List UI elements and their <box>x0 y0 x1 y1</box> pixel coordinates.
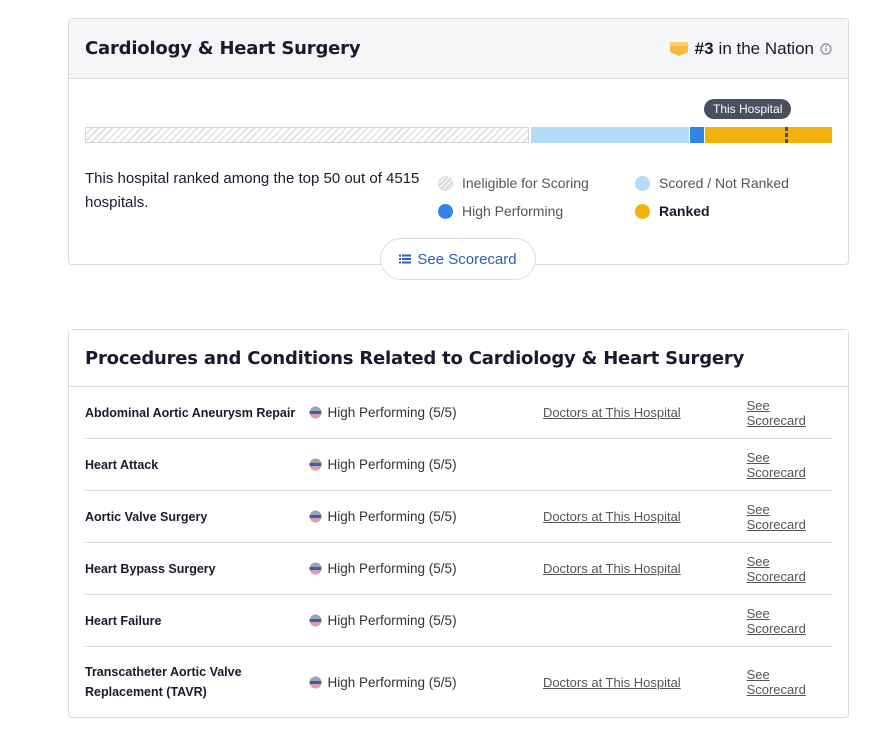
this-hospital-tooltip: This Hospital <box>704 99 792 119</box>
procedure-rating: High Performing (5/5) <box>308 509 543 524</box>
procedure-name: Heart Attack <box>85 457 159 472</box>
procedures-title: Procedures and Conditions Related to Car… <box>85 347 745 369</box>
legend-item-ineligible: Ineligible for Scoring <box>438 169 589 197</box>
info-icon[interactable] <box>820 42 832 55</box>
ranking-bar <box>85 127 832 143</box>
procedure-name: Heart Failure <box>85 613 162 628</box>
national-rank: #3 in the Nation <box>669 38 832 59</box>
rating-label: High Performing (5/5) <box>327 613 457 628</box>
rating-label: High Performing (5/5) <box>327 405 457 420</box>
rating-label: High Performing (5/5) <box>327 457 457 472</box>
procedure-row: Abdominal Aortic Aneurysm Repair High Per… <box>85 387 832 439</box>
high-performing-badge-icon <box>309 562 322 575</box>
procedure-rating: High Performing (5/5) <box>308 675 543 690</box>
procedure-rating: High Performing (5/5) <box>308 405 543 420</box>
bar-segment-high-performing <box>690 127 704 143</box>
high-performing-badge-icon <box>309 510 322 523</box>
rank-suffix: in the Nation <box>718 38 814 58</box>
bar-segment-ineligible <box>85 127 529 143</box>
high-performing-badge-icon <box>309 676 322 688</box>
rank-number: #3 <box>694 38 714 58</box>
legend-label: Ranked <box>659 203 710 219</box>
doctors-link[interactable]: Doctors at This Hospital <box>543 675 747 690</box>
procedure-row: Heart Attack High Performing (5/5) See Sco… <box>85 439 832 491</box>
procedure-row: Heart Bypass Surgery High Performing (5/5… <box>85 543 832 595</box>
ineligible-swatch-icon <box>438 175 453 191</box>
legend-column-1: Ineligible for Scoring High Performing <box>438 169 589 225</box>
high-performing-badge-icon <box>309 458 322 471</box>
procedure-rating: High Performing (5/5) <box>308 613 543 628</box>
procedure-name: Transcatheter Aortic Valve Replacement (… <box>85 665 242 699</box>
specialty-header: Cardiology & Heart Surgery #3 in the Nat… <box>69 19 848 79</box>
legend-label: Ineligible for Scoring <box>462 175 589 191</box>
rating-label: High Performing (5/5) <box>327 561 457 576</box>
legend-label: Scored / Not Ranked <box>659 175 789 191</box>
procedure-name: Heart Bypass Surgery <box>85 561 216 576</box>
legend-column-2: Scored / Not Ranked Ranked <box>635 169 789 225</box>
see-scorecard-link[interactable]: See Scorecard <box>747 450 832 480</box>
procedure-rating: High Performing (5/5) <box>308 457 543 472</box>
specialty-title: Cardiology & Heart Surgery <box>85 38 361 59</box>
doctors-link[interactable]: Doctors at This Hospital <box>543 405 747 420</box>
see-scorecard-link[interactable]: See Scorecard <box>747 554 832 584</box>
procedure-row: Transcatheter Aortic Valve Replacement (… <box>85 647 832 717</box>
procedure-rating: High Performing (5/5) <box>308 561 543 576</box>
rating-label: High Performing (5/5) <box>327 509 457 524</box>
doctors-link[interactable]: Doctors at This Hospital <box>543 561 747 576</box>
procedures-card: Procedures and Conditions Related to Car… <box>68 329 849 718</box>
see-scorecard-link[interactable]: See Scorecard <box>747 502 832 532</box>
see-scorecard-label: See Scorecard <box>417 250 517 268</box>
list-icon <box>399 254 412 264</box>
legend-item-ranked: Ranked <box>635 197 789 225</box>
legend-item-high-performing: High Performing <box>438 197 589 225</box>
bar-segment-ranked <box>705 127 832 143</box>
legend-item-scored: Scored / Not Ranked <box>635 169 789 197</box>
this-hospital-marker <box>785 127 788 143</box>
see-scorecard-link[interactable]: See Scorecard <box>747 667 832 697</box>
procedure-row: Aortic Valve Surgery High Performing (5/5… <box>85 491 832 543</box>
procedure-name: Abdominal Aortic Aneurysm Repair <box>85 405 296 420</box>
procedures-list: Abdominal Aortic Aneurysm Repair High Per… <box>69 387 848 717</box>
ribbon-icon <box>669 41 688 56</box>
rating-label: High Performing (5/5) <box>327 674 457 690</box>
specialty-card: Cardiology & Heart Surgery #3 in the Nat… <box>68 18 849 280</box>
see-scorecard-link[interactable]: See Scorecard <box>747 606 832 636</box>
high-performing-badge-icon <box>309 406 322 419</box>
doctors-link[interactable]: Doctors at This Hospital <box>543 509 747 524</box>
procedure-row: Heart Failure High Performing (5/5) See Sc… <box>85 595 832 647</box>
bar-segment-scored <box>531 127 689 143</box>
procedure-name: Aortic Valve Surgery <box>85 509 208 524</box>
see-scorecard-button[interactable]: See Scorecard <box>380 238 536 280</box>
see-scorecard-link[interactable]: See Scorecard <box>747 398 832 428</box>
legend-label: High Performing <box>462 203 564 219</box>
high-performing-badge-icon <box>309 614 322 627</box>
scored-swatch-icon <box>635 175 650 191</box>
ranking-summary: This hospital ranked among the top 50 ou… <box>85 170 420 211</box>
procedures-header: Procedures and Conditions Related to Car… <box>69 330 848 387</box>
high-performing-swatch-icon <box>438 203 453 219</box>
ranked-swatch-icon <box>635 203 650 219</box>
